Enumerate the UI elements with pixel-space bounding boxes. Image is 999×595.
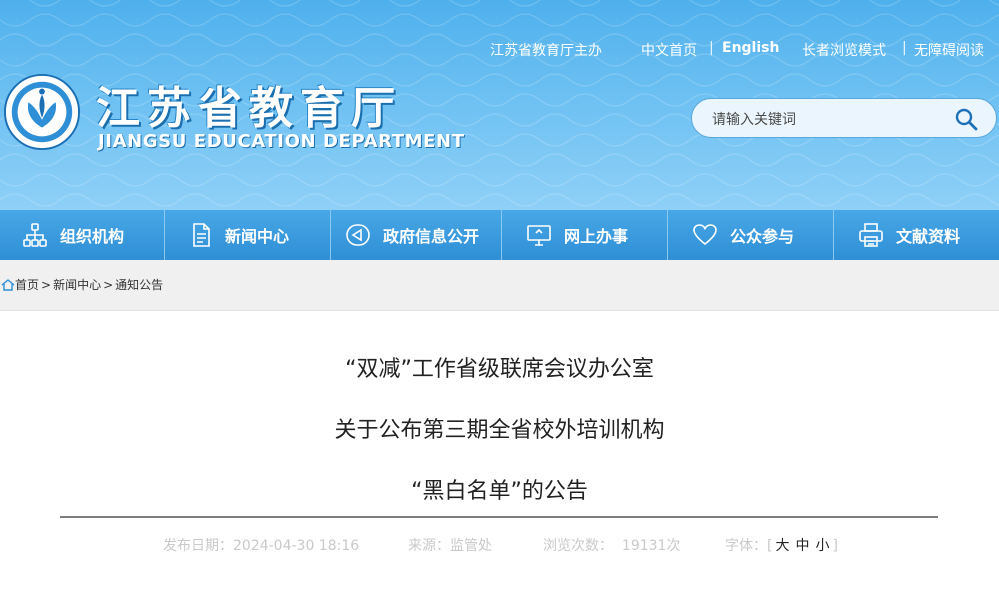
nav-divider — [833, 210, 834, 260]
english-link[interactable]: English — [722, 40, 779, 56]
font-size-large[interactable]: 大 — [775, 538, 789, 554]
breadcrumb-separator: > — [41, 277, 52, 292]
nav-label: 网上办事 — [564, 227, 629, 246]
views-label: 浏览次数： — [543, 538, 613, 554]
provincial-education-seal-icon[interactable] — [3, 73, 81, 151]
font-bracket-open: [ — [767, 538, 773, 554]
home-icon — [1, 278, 15, 291]
link-separator: | — [902, 40, 907, 56]
nav-item-news[interactable]: 新闻中心 — [189, 210, 289, 260]
article-title-line: “黑白名单”的公告 — [411, 479, 588, 504]
title-divider — [60, 516, 938, 518]
breadcrumb-home[interactable]: 首页 — [15, 276, 39, 293]
nav-label: 新闻中心 — [225, 227, 290, 246]
font-size-selector: 字体：[大中小] — [725, 535, 838, 555]
views-value: 19131次 — [621, 538, 681, 554]
source: 来源：监管处 — [408, 535, 492, 555]
host-text: 江苏省教育厅主办 — [490, 43, 602, 59]
search-input[interactable] — [710, 108, 944, 130]
site-title: 江苏省教育厅 — [96, 83, 402, 134]
main-nav: 组织机构 新闻中心 政府信息公开 网上办事 公众参与 文献资料 — [0, 210, 999, 260]
breadcrumb-notices[interactable]: 通知公告 — [115, 276, 163, 293]
nav-label: 政府信息公开 — [383, 227, 480, 246]
font-size-small[interactable]: 小 — [815, 538, 829, 554]
chinese-home-link[interactable]: 中文首页 — [641, 40, 697, 60]
nav-divider — [330, 210, 331, 260]
accessible-reading-link[interactable]: 无障碍阅读 — [914, 40, 984, 60]
header-banner: 江苏省教育厅主办 中文首页 | English 长者浏览模式 | 无障碍阅读 江… — [0, 0, 999, 210]
printer-icon — [859, 223, 883, 247]
nav-label: 组织机构 — [60, 227, 125, 246]
heart-icon — [693, 224, 717, 246]
font-size-medium[interactable]: 中 — [795, 538, 809, 554]
nav-label: 文献资料 — [896, 227, 961, 246]
source-label: 来源： — [408, 538, 450, 554]
breadcrumb-separator: > — [103, 277, 114, 292]
breadcrumb-bar: 首页 > 新闻中心 > 通知公告 — [0, 260, 999, 311]
megaphone-icon — [346, 224, 370, 246]
nav-divider — [501, 210, 502, 260]
nav-divider — [164, 210, 165, 260]
breadcrumb: 首页 > 新闻中心 > 通知公告 — [1, 276, 163, 293]
nav-item-documents[interactable]: 文献资料 — [858, 210, 960, 260]
search-box — [691, 98, 997, 138]
source-value: 监管处 — [450, 538, 492, 554]
link-separator: | — [709, 40, 714, 56]
nav-item-government-info[interactable]: 政府信息公开 — [345, 210, 479, 260]
top-links-bar: 江苏省教育厅主办 中文首页 | English 长者浏览模式 | 无障碍阅读 — [0, 40, 999, 60]
nav-item-organization[interactable]: 组织机构 — [22, 210, 124, 260]
view-count: 浏览次数： 19131次 — [543, 535, 680, 555]
elder-mode-link[interactable]: 长者浏览模式 — [802, 40, 886, 60]
monitor-icon — [527, 225, 551, 246]
nav-item-public-participation[interactable]: 公众参与 — [692, 210, 794, 260]
org-chart-icon — [23, 223, 47, 247]
search-icon[interactable] — [954, 107, 978, 131]
publish-date: 发布日期：2024-04-30 18:16 — [163, 535, 359, 555]
document-icon — [193, 223, 210, 247]
nav-divider — [667, 210, 668, 260]
breadcrumb-news[interactable]: 新闻中心 — [53, 276, 101, 293]
date-value: 2024-04-30 18:16 — [233, 538, 360, 554]
date-label: 发布日期： — [163, 538, 233, 554]
nav-label: 公众参与 — [730, 227, 795, 246]
font-bracket-close: ] — [832, 538, 838, 554]
article-title-line: “双减”工作省级联席会议办公室 — [345, 357, 654, 382]
font-label: 字体： — [725, 538, 767, 554]
article-title-line: 关于公布第三期全省校外培训机构 — [334, 418, 665, 443]
nav-item-online-services[interactable]: 网上办事 — [526, 210, 628, 260]
site-title-english: JIANGSU EDUCATION DEPARTMENT — [98, 131, 465, 152]
